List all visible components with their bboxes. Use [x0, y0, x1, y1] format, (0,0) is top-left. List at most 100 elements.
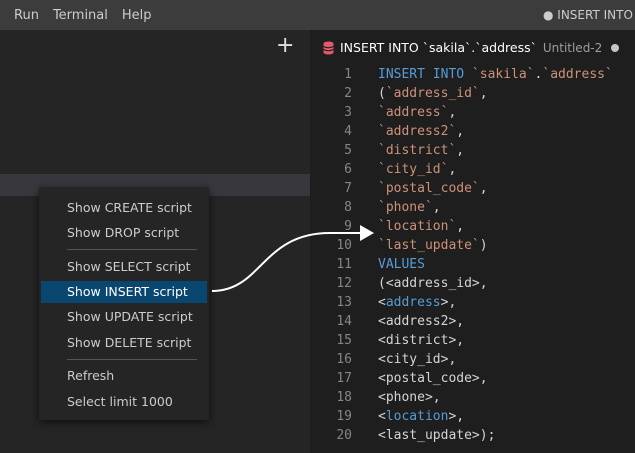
line-number: 9 [344, 219, 352, 234]
code-text: `address`, [378, 103, 456, 122]
code-line[interactable]: 8 `phone`, [310, 198, 635, 217]
code-line[interactable]: 16 <city_id>, [310, 350, 635, 369]
menu-show-insert-script[interactable]: Show INSERT script [41, 281, 207, 303]
code-token: VALUES [378, 257, 425, 272]
code-line[interactable]: 18 <phone>, [310, 388, 635, 407]
code-text: `last_update`) [378, 236, 488, 255]
code-line[interactable]: 19 <location>, [310, 407, 635, 426]
code-line[interactable]: 15 <district>, [310, 331, 635, 350]
code-text: <city_id>, [378, 350, 456, 369]
code-line[interactable]: 1 INSERT INTO `sakila`.`address` [310, 65, 635, 84]
code-text: <district>, [378, 331, 464, 350]
code-token: , [456, 124, 465, 139]
code-token: >, [440, 295, 457, 310]
code-token: `district` [378, 143, 457, 158]
menu-show-update-script[interactable]: Show UPDATE script [41, 306, 207, 328]
code-token: location [385, 409, 449, 424]
code-token: <address2>, [378, 314, 465, 329]
code-line[interactable]: 12 (<address_id>, [310, 274, 635, 293]
line-number: 17 [336, 371, 352, 386]
code-token: `address2` [378, 124, 457, 139]
code-text: `address2`, [378, 122, 464, 141]
code-line[interactable]: 6 `city_id`, [310, 160, 635, 179]
code-token: (<address_id>, [378, 276, 488, 291]
line-number: 2 [344, 86, 352, 101]
code-token: , [456, 219, 465, 234]
code-text: (`address_id`, [378, 84, 488, 103]
line-number: 14 [336, 314, 352, 329]
code-line[interactable]: 3 `address`, [310, 103, 635, 122]
line-number: 10 [336, 238, 352, 253]
code-line[interactable]: 11 VALUES [310, 255, 635, 274]
line-number: 20 [336, 428, 352, 443]
line-number: 13 [336, 295, 352, 310]
code-token: , [456, 143, 465, 158]
code-line[interactable]: 20 <last_update>); [310, 426, 635, 445]
line-number: 15 [336, 333, 352, 348]
code-token: , [432, 200, 441, 215]
menu-run[interactable]: Run [0, 8, 46, 23]
code-token: address [385, 295, 441, 310]
menu-show-select-script[interactable]: Show SELECT script [41, 256, 207, 278]
menu-show-delete-script[interactable]: Show DELETE script [41, 332, 207, 354]
menu-help[interactable]: Help [115, 8, 159, 23]
code-token: , [448, 162, 457, 177]
code-text: `phone`, [378, 198, 441, 217]
menu-show-drop-script[interactable]: Show DROP script [41, 222, 207, 244]
code-text: <phone>, [378, 388, 441, 407]
menu-select-limit-1000[interactable]: Select limit 1000 [41, 391, 207, 413]
code-line[interactable]: 9 `location`, [310, 217, 635, 236]
line-number: 11 [336, 257, 352, 272]
code-line[interactable]: 13 <address>, [310, 293, 635, 312]
code-line[interactable]: 17 <postal_code>, [310, 369, 635, 388]
code-token: ( [378, 86, 386, 101]
line-number: 16 [336, 352, 352, 367]
code-token: INSERT INTO [378, 67, 472, 82]
code-token: <phone>, [378, 390, 441, 405]
code-line[interactable]: 7 `postal_code`, [310, 179, 635, 198]
code-text: VALUES [378, 255, 425, 274]
menu-separator [67, 359, 197, 360]
code-text: `postal_code`, [378, 179, 488, 198]
window-title: ● INSERT INTO `sa [543, 8, 635, 22]
line-number: 6 [344, 162, 352, 177]
code-token: <postal_code>, [378, 371, 488, 386]
line-number: 3 [344, 105, 352, 120]
line-number: 19 [336, 409, 352, 424]
code-token: < [378, 295, 386, 310]
code-token: `last_update` [378, 238, 480, 253]
add-connection-button[interactable]: + [276, 35, 294, 57]
code-token: < [378, 409, 386, 424]
code-token: , [448, 105, 457, 120]
menu-refresh[interactable]: Refresh [41, 365, 207, 387]
code-token: >, [448, 409, 465, 424]
menu-terminal[interactable]: Terminal [46, 8, 115, 23]
code-text: `city_id`, [378, 160, 456, 179]
line-number: 4 [344, 124, 352, 139]
menu-separator [67, 249, 197, 250]
tab-bar: INSERT INTO `sakila`.`address` Untitled-… [310, 30, 635, 65]
editor-tab[interactable]: INSERT INTO `sakila`.`address` Untitled-… [310, 30, 635, 65]
code-text: (<address_id>, [378, 274, 488, 293]
line-number: 18 [336, 390, 352, 405]
code-token: <city_id>, [378, 352, 457, 367]
tab-subtitle: Untitled-2 [542, 40, 603, 55]
code-line[interactable]: 10 `last_update`) [310, 236, 635, 255]
line-number: 7 [344, 181, 352, 196]
code-token: <district>, [378, 333, 465, 348]
code-text: `district`, [378, 141, 464, 160]
code-token: `location` [378, 219, 457, 234]
code-line[interactable]: 2 (`address_id`, [310, 84, 635, 103]
menu-show-create-script[interactable]: Show CREATE script [41, 197, 207, 219]
code-token: ) [479, 238, 488, 253]
code-line[interactable]: 4 `address2`, [310, 122, 635, 141]
unsaved-dot-icon[interactable] [611, 43, 620, 52]
code-token: `address` [542, 67, 613, 82]
tab-title: INSERT INTO `sakila`.`address` [340, 40, 537, 55]
code-line[interactable]: 14 <address2>, [310, 312, 635, 331]
code-text: INSERT INTO `sakila`.`address` [378, 65, 613, 84]
line-number: 5 [344, 143, 352, 158]
code-token: `city_id` [378, 162, 449, 177]
code-editor[interactable]: 1 INSERT INTO `sakila`.`address` 2 (`addres… [310, 65, 635, 453]
code-line[interactable]: 5 `district`, [310, 141, 635, 160]
